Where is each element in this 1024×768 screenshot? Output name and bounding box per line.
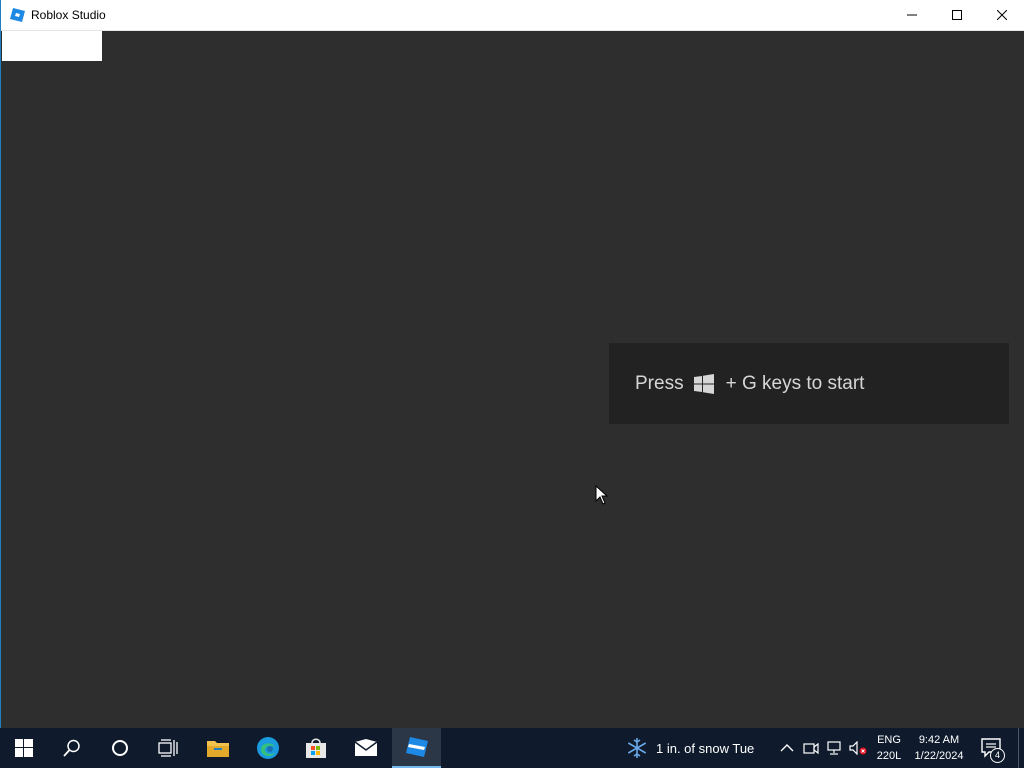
- show-desktop-button[interactable]: [1018, 728, 1019, 768]
- file-explorer-button[interactable]: [194, 728, 242, 768]
- roblox-studio-icon: [405, 737, 428, 757]
- maximize-button[interactable]: [934, 0, 980, 30]
- weather-text: 1 in. of snow Tue: [656, 740, 755, 756]
- clock[interactable]: 9:42 AM 1/22/2024: [910, 732, 968, 764]
- start-icon: [15, 739, 33, 757]
- snowflake-icon: [627, 738, 647, 758]
- mail-icon: [354, 739, 378, 756]
- edge-button[interactable]: [244, 728, 292, 768]
- loading-placeholder: [2, 31, 102, 61]
- taskbar: 1 in. of snow Tue ENG 220L 9:42 AM 1/22/…: [0, 728, 1024, 768]
- file-explorer-icon: [207, 741, 229, 757]
- close-button[interactable]: [979, 0, 1024, 30]
- task-view-icon: [158, 739, 178, 757]
- toast-suffix: + G keys to start: [725, 372, 865, 394]
- show-hidden-icons-button[interactable]: [778, 739, 796, 757]
- maximize-icon: [952, 10, 962, 20]
- close-icon: [997, 10, 1007, 20]
- volume-muted-icon: [849, 741, 867, 755]
- clock-time: 9:42 AM: [918, 734, 960, 746]
- edge-icon: [257, 737, 279, 759]
- keyboard-layout: 220L: [876, 750, 902, 762]
- task-view-button[interactable]: [144, 728, 192, 768]
- mail-button[interactable]: [342, 728, 390, 768]
- network-button[interactable]: [826, 739, 844, 757]
- windows-logo-icon: [693, 373, 714, 394]
- meet-now-button[interactable]: [802, 739, 820, 757]
- notification-count-badge: 4: [990, 748, 1005, 763]
- weather-widget[interactable]: 1 in. of snow Tue: [626, 728, 754, 768]
- network-icon: [827, 741, 841, 755]
- roblox-studio-icon: [10, 8, 25, 22]
- toast-prefix: Press: [635, 372, 684, 394]
- search-icon: [63, 739, 80, 757]
- store-icon: [306, 738, 326, 758]
- title-bar[interactable]: Roblox Studio: [1, 0, 1024, 31]
- clock-date: 1/22/2024: [914, 750, 964, 762]
- chevron-up-icon: [780, 744, 794, 752]
- input-language[interactable]: ENG 220L: [874, 732, 904, 764]
- store-button[interactable]: [292, 728, 340, 768]
- minimize-button[interactable]: [889, 0, 935, 30]
- cortana-icon: [112, 740, 128, 756]
- cortana-button[interactable]: [96, 728, 144, 768]
- mouse-cursor-icon: [595, 485, 609, 505]
- language-code: ENG: [877, 734, 901, 746]
- start-button[interactable]: [0, 728, 48, 768]
- minimize-icon: [907, 14, 917, 16]
- camera-icon: [803, 742, 819, 755]
- roblox-studio-taskbar-button[interactable]: [392, 728, 441, 768]
- game-bar-hint-toast: Press + G keys to start: [609, 343, 1009, 424]
- window-title: Roblox Studio: [31, 8, 106, 22]
- volume-button[interactable]: [849, 739, 867, 757]
- search-button[interactable]: [48, 728, 96, 768]
- roblox-studio-window: Roblox Studio Press + G keys to start: [0, 0, 1024, 728]
